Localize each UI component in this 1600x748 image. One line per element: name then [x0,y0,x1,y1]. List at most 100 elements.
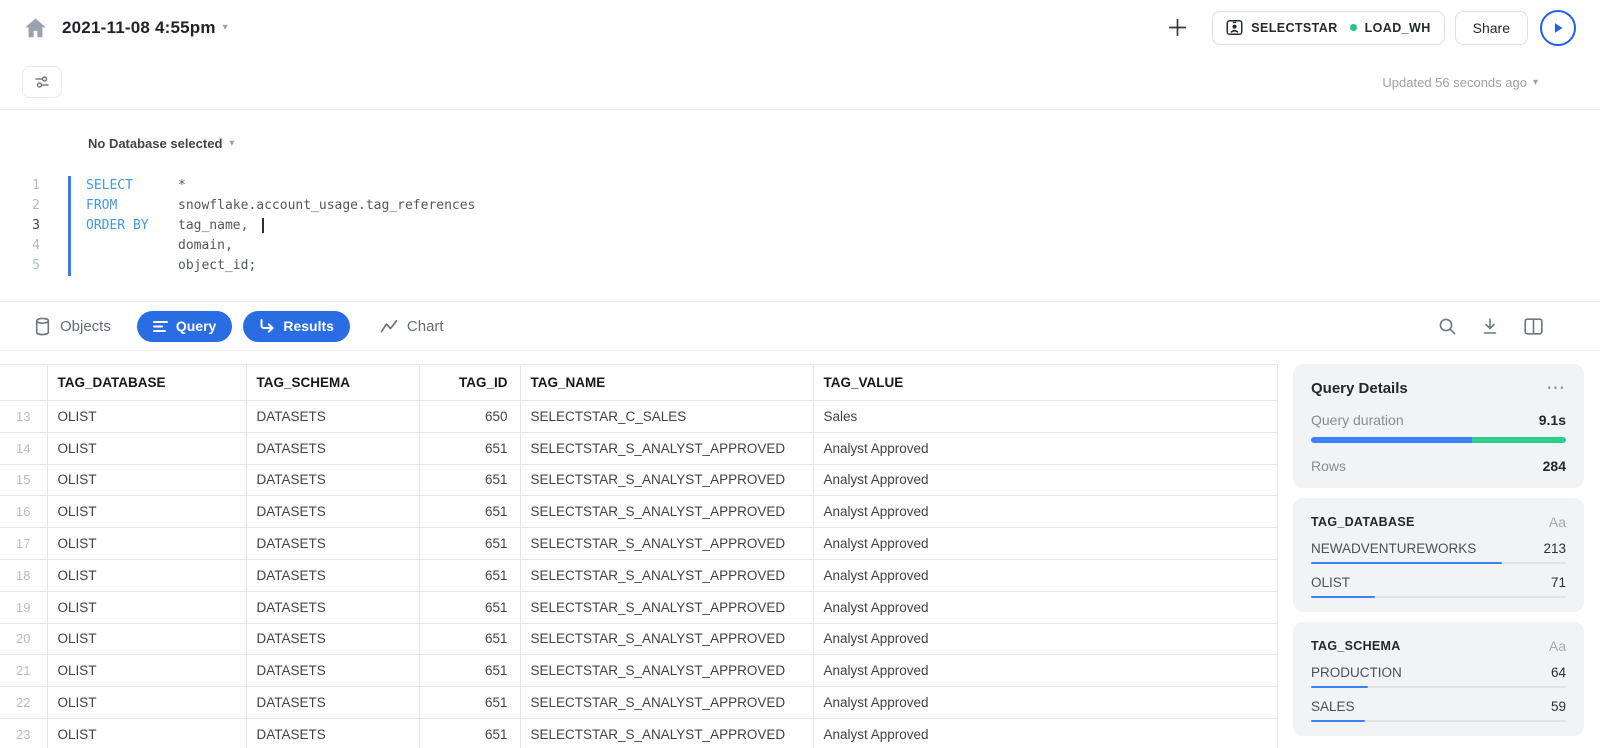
cell-tag-id[interactable]: 651 [419,464,520,496]
column-header[interactable]: TAG_ID [419,365,520,401]
cell-tag-schema[interactable]: DATASETS [246,623,419,655]
cell-tag-name[interactable]: SELECTSTAR_S_ANALYST_APPROVED [520,687,813,719]
tab-results[interactable]: Results [243,311,350,342]
tab-objects[interactable]: Objects [34,317,111,336]
cell-tag-value[interactable]: Analyst Approved [813,432,1277,464]
cell-tag-name[interactable]: SELECTSTAR_S_ANALYST_APPROVED [520,528,813,560]
cell-tag-name[interactable]: SELECTSTAR_S_ANALYST_APPROVED [520,591,813,623]
facet-value-item[interactable]: SALES 59 [1311,699,1566,722]
row-number[interactable]: 20 [0,623,47,655]
facet-value-item[interactable]: NEWADVENTUREWORKS 213 [1311,541,1566,564]
row-number[interactable]: 15 [0,464,47,496]
cell-tag-name[interactable]: SELECTSTAR_S_ANALYST_APPROVED [520,655,813,687]
table-row[interactable]: 13 OLIST DATASETS 650 SELECTSTAR_C_SALES… [0,401,1277,433]
facet-value-item[interactable]: OLIST 71 [1311,575,1566,598]
code-line[interactable]: 1 SELECT * [0,176,1600,196]
table-row[interactable]: 14 OLIST DATASETS 651 SELECTSTAR_S_ANALY… [0,432,1277,464]
cell-tag-database[interactable]: OLIST [47,464,246,496]
connection-button[interactable]: SELECTSTAR LOAD_WH [1212,11,1444,45]
cell-tag-value[interactable]: Sales [813,401,1277,433]
cell-tag-schema[interactable]: DATASETS [246,655,419,687]
row-number[interactable]: 21 [0,655,47,687]
row-number[interactable]: 13 [0,401,47,433]
title-caret-icon[interactable]: ▾ [223,22,228,33]
row-number[interactable]: 19 [0,591,47,623]
cell-tag-id[interactable]: 651 [419,687,520,719]
row-number[interactable]: 17 [0,528,47,560]
cell-tag-value[interactable]: Analyst Approved [813,623,1277,655]
home-button[interactable] [20,13,50,43]
cell-tag-schema[interactable]: DATASETS [246,496,419,528]
facet-value-item[interactable]: PRODUCTION 64 [1311,665,1566,688]
cell-tag-value[interactable]: Analyst Approved [813,464,1277,496]
cell-tag-id[interactable]: 651 [419,528,520,560]
cell-tag-value[interactable]: Analyst Approved [813,528,1277,560]
cell-tag-name[interactable]: SELECTSTAR_S_ANALYST_APPROVED [520,432,813,464]
cell-tag-id[interactable]: 651 [419,591,520,623]
cell-tag-schema[interactable]: DATASETS [246,591,419,623]
column-header[interactable]: TAG_VALUE [813,365,1277,401]
tab-chart[interactable]: Chart [380,318,444,335]
cell-tag-value[interactable]: Analyst Approved [813,687,1277,719]
cell-tag-id[interactable]: 651 [419,559,520,591]
cell-tag-database[interactable]: OLIST [47,559,246,591]
query-title[interactable]: 2021-11-08 4:55pm [62,18,216,38]
column-header[interactable]: TAG_DATABASE [47,365,246,401]
table-row[interactable]: 22 OLIST DATASETS 651 SELECTSTAR_S_ANALY… [0,687,1277,719]
cell-tag-id[interactable]: 651 [419,432,520,464]
database-selector[interactable]: No Database selected ▾ [88,136,234,151]
cell-tag-value[interactable]: Analyst Approved [813,496,1277,528]
table-row[interactable]: 15 OLIST DATASETS 651 SELECTSTAR_S_ANALY… [0,464,1277,496]
cell-tag-id[interactable]: 651 [419,718,520,748]
table-row[interactable]: 20 OLIST DATASETS 651 SELECTSTAR_S_ANALY… [0,623,1277,655]
cell-tag-database[interactable]: OLIST [47,623,246,655]
share-button[interactable]: Share [1455,11,1528,45]
code-line[interactable]: 4 domain, [0,236,1600,256]
column-header[interactable]: TAG_NAME [520,365,813,401]
tab-query[interactable]: Query [137,311,232,342]
cell-tag-schema[interactable]: DATASETS [246,528,419,560]
row-number[interactable]: 23 [0,718,47,748]
cell-tag-value[interactable]: Analyst Approved [813,718,1277,748]
cell-tag-value[interactable]: Analyst Approved [813,591,1277,623]
code-block[interactable]: 1 SELECT * 2 FROM snowflake.account_usag… [0,176,1600,276]
cell-tag-schema[interactable]: DATASETS [246,559,419,591]
cell-tag-schema[interactable]: DATASETS [246,464,419,496]
download-results-button[interactable] [1479,315,1501,337]
cell-tag-database[interactable]: OLIST [47,591,246,623]
code-line[interactable]: 5 object_id; [0,256,1600,276]
row-number[interactable]: 14 [0,432,47,464]
table-row[interactable]: 18 OLIST DATASETS 651 SELECTSTAR_S_ANALY… [0,559,1277,591]
cell-tag-database[interactable]: OLIST [47,687,246,719]
column-header[interactable]: TAG_SCHEMA [246,365,419,401]
cell-tag-schema[interactable]: DATASETS [246,687,419,719]
table-row[interactable]: 17 OLIST DATASETS 651 SELECTSTAR_S_ANALY… [0,528,1277,560]
sql-editor[interactable]: No Database selected ▾ 1 SELECT * 2 FROM… [0,110,1600,302]
code-line[interactable]: 2 FROM snowflake.account_usage.tag_refer… [0,196,1600,216]
cell-tag-database[interactable]: OLIST [47,432,246,464]
cell-tag-name[interactable]: SELECTSTAR_S_ANALYST_APPROVED [520,559,813,591]
code-line[interactable]: 3 ORDER BY tag_name, [0,216,1600,236]
row-number[interactable]: 16 [0,496,47,528]
cell-tag-id[interactable]: 650 [419,401,520,433]
cell-tag-name[interactable]: SELECTSTAR_S_ANALYST_APPROVED [520,623,813,655]
row-number[interactable]: 18 [0,559,47,591]
cell-tag-schema[interactable]: DATASETS [246,432,419,464]
cell-tag-database[interactable]: OLIST [47,496,246,528]
cell-tag-schema[interactable]: DATASETS [246,401,419,433]
cell-tag-name[interactable]: SELECTSTAR_S_ANALYST_APPROVED [520,718,813,748]
cell-tag-id[interactable]: 651 [419,496,520,528]
table-row[interactable]: 16 OLIST DATASETS 651 SELECTSTAR_S_ANALY… [0,496,1277,528]
table-row[interactable]: 21 OLIST DATASETS 651 SELECTSTAR_S_ANALY… [0,655,1277,687]
cell-tag-value[interactable]: Analyst Approved [813,559,1277,591]
query-details-menu-icon[interactable]: ⋯ [1546,384,1566,394]
cell-tag-name[interactable]: SELECTSTAR_C_SALES [520,401,813,433]
split-view-button[interactable] [1522,315,1544,337]
cell-tag-id[interactable]: 651 [419,655,520,687]
cell-tag-name[interactable]: SELECTSTAR_S_ANALYST_APPROVED [520,496,813,528]
search-results-button[interactable] [1436,315,1458,337]
updated-status[interactable]: Updated 56 seconds ago ▾ [1382,75,1538,90]
cell-tag-id[interactable]: 651 [419,623,520,655]
new-query-button[interactable] [1164,15,1190,41]
cell-tag-value[interactable]: Analyst Approved [813,655,1277,687]
